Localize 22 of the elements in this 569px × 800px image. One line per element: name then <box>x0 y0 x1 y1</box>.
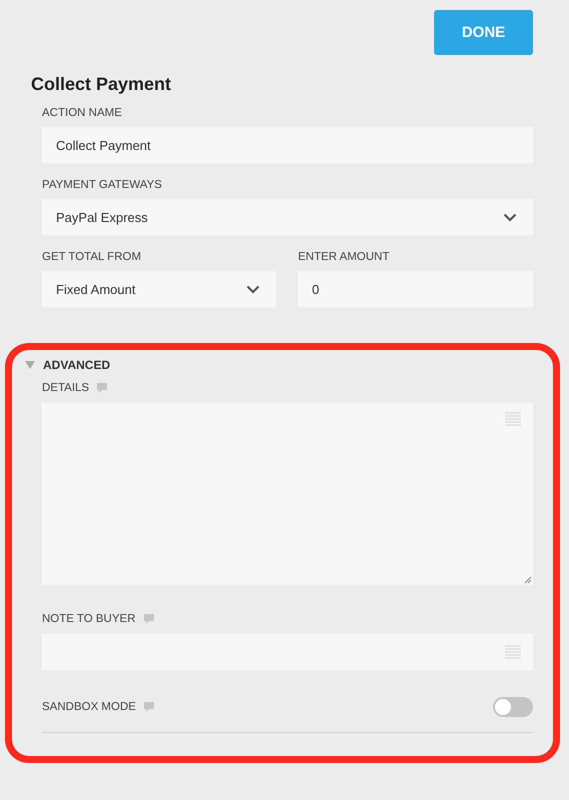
field-label: ACTION NAME <box>42 107 123 119</box>
text-area[interactable] <box>42 403 533 585</box>
comment-icon <box>144 614 154 624</box>
disclosure-triangle-icon[interactable] <box>25 361 35 369</box>
field-label: NOTE TO BUYER <box>42 613 136 625</box>
field-label: PAYMENT GATEWAYS <box>42 179 163 191</box>
field-label: DETAILS <box>42 382 90 394</box>
resize-grip-icon <box>524 576 532 584</box>
chevron-down-icon <box>503 212 517 222</box>
select-field[interactable]: Fixed Amount <box>42 271 276 307</box>
field-label: GET TOTAL FROM <box>42 251 142 263</box>
panel-title: Collect Payment <box>31 74 172 95</box>
input-field[interactable]: 0 <box>298 271 533 307</box>
chevron-down-icon <box>246 284 260 294</box>
select-field[interactable]: PayPal Express <box>42 199 533 235</box>
comment-icon <box>144 702 154 712</box>
section-title[interactable]: ADVANCED <box>43 358 110 372</box>
input-field[interactable]: Collect Payment <box>42 127 533 163</box>
toggle-switch[interactable] <box>493 697 533 717</box>
field-label: SANDBOX MODE <box>42 701 136 713</box>
field-label: ENTER AMOUNT <box>298 251 390 263</box>
comment-icon <box>97 382 108 394</box>
